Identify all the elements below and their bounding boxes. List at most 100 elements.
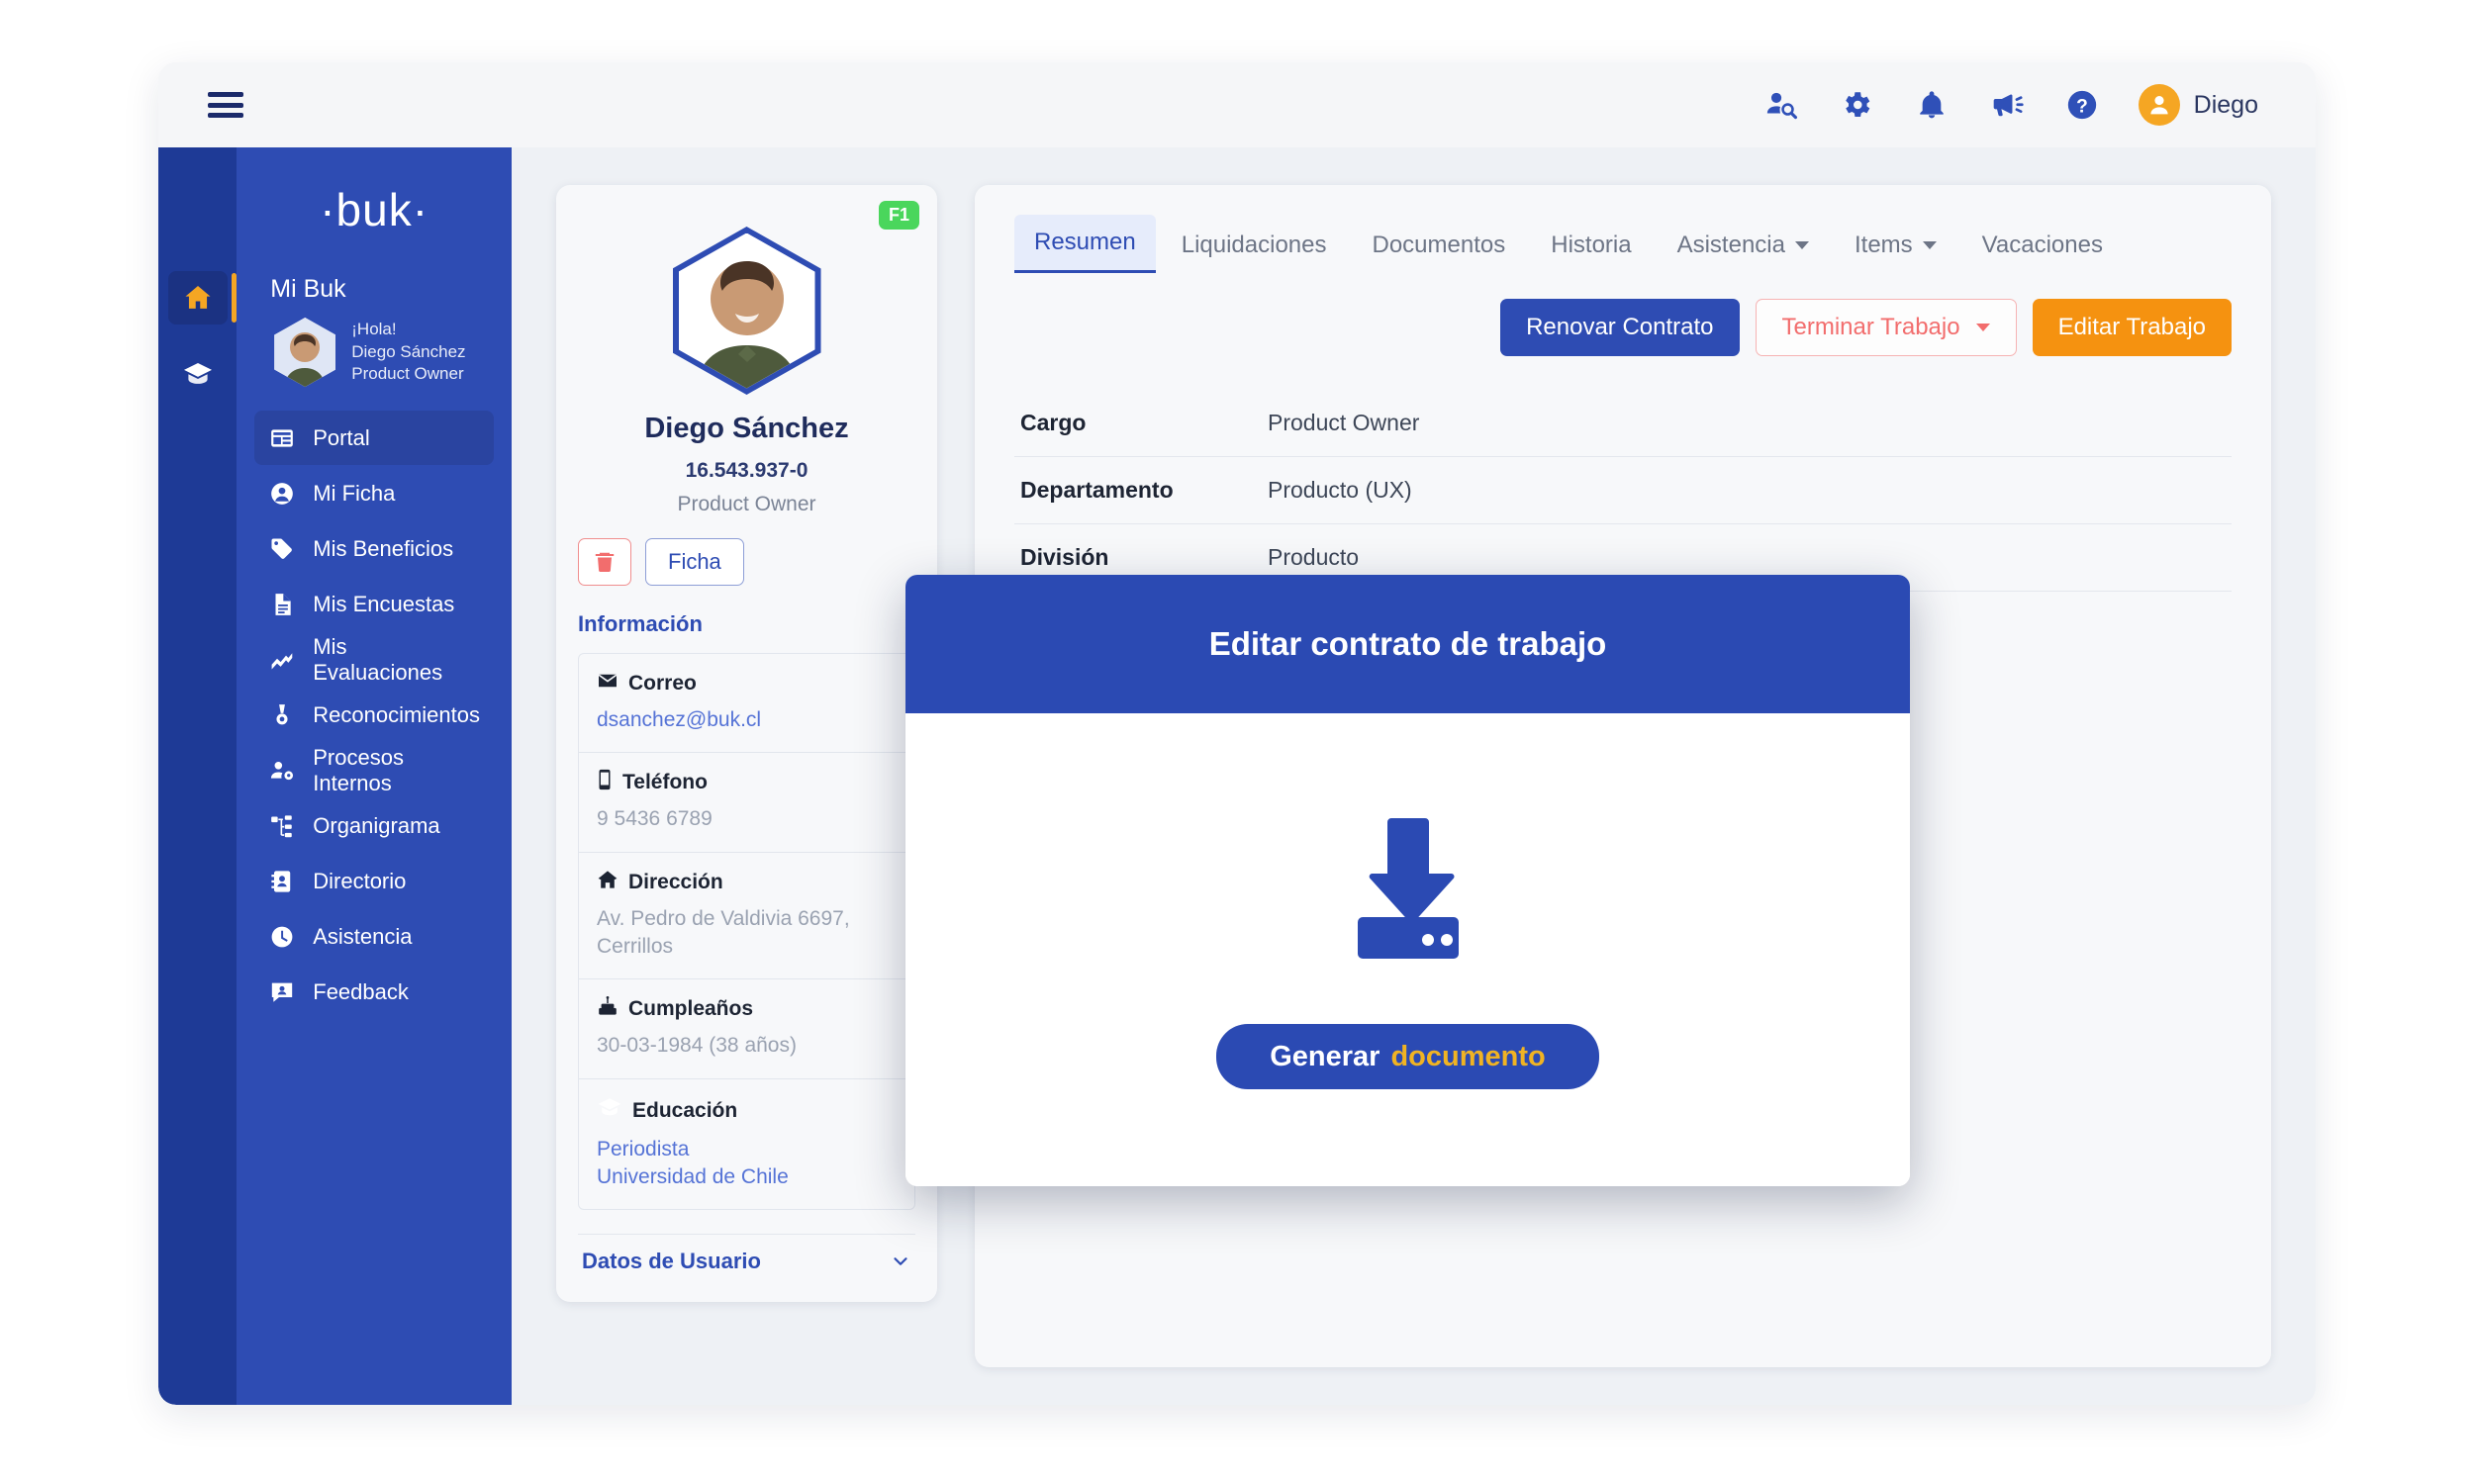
page-title: Diego Sánchez: [644, 413, 849, 444]
editar-trabajo-button[interactable]: Editar Trabajo: [2032, 299, 2232, 356]
edit-contract-modal: Editar contrato de trabajo Generar docum…: [905, 575, 1910, 1186]
sidebar-item-label: Feedback: [313, 978, 409, 1004]
ficha-button[interactable]: Ficha: [645, 538, 744, 586]
profile-photo-frame: [672, 227, 821, 395]
profile-role: Product Owner: [677, 493, 816, 515]
tab-label: Items: [1854, 232, 1913, 258]
contract-actions: Renovar Contrato Terminar Trabajo Editar…: [1014, 299, 2232, 356]
home-icon: [185, 286, 211, 309]
tags-icon: [268, 536, 296, 562]
generar-label: Generar: [1270, 1040, 1380, 1072]
bell-icon[interactable]: [1913, 86, 1951, 124]
status-badge: F1: [878, 201, 919, 230]
contract-detail-table: Cargo Product Owner Departamento Producto (…: [1014, 390, 2232, 592]
sidebar-item-label: Mis Encuestas: [313, 591, 455, 616]
sidebar-item-mis-encuestas[interactable]: Mis Encuestas: [254, 577, 494, 631]
info-section-title[interactable]: Información: [578, 611, 915, 637]
info-label-text: Dirección: [628, 870, 723, 893]
trash-icon: [595, 552, 615, 572]
info-value[interactable]: dsanchez@buk.cl: [597, 706, 897, 734]
help-icon[interactable]: ?: [2063, 86, 2101, 124]
sidebar-item-directorio[interactable]: Directorio: [254, 854, 494, 908]
clock-icon: [268, 924, 296, 950]
sidebar-item-mis-evaluaciones[interactable]: Mis Evaluaciones: [254, 632, 494, 687]
sidebar-item-mis-beneficios[interactable]: Mis Beneficios: [254, 521, 494, 576]
datos-usuario-accordion[interactable]: Datos de Usuario: [578, 1234, 915, 1284]
table-cell-value: Producto (UX): [1268, 477, 1412, 503]
sidebar-user-text: ¡Hola! Diego Sánchez Product Owner: [351, 319, 465, 387]
info-label-text: Teléfono: [622, 771, 708, 794]
sidebar-icon-rail: [158, 147, 238, 1405]
sidebar-item-label: Portal: [313, 424, 370, 450]
tab-vacaciones[interactable]: Vacaciones: [1962, 218, 2123, 273]
tab-historia[interactable]: Historia: [1531, 218, 1651, 273]
sidebar-item-organigrama[interactable]: Organigrama: [254, 798, 494, 853]
sidebar-item-feedback[interactable]: Feedback: [254, 965, 494, 1019]
sidebar-item-reconocimientos[interactable]: Reconocimientos: [254, 688, 494, 742]
tab-label: Liquidaciones: [1181, 232, 1327, 258]
chevron-down-icon: [1794, 241, 1809, 249]
cake-icon: [597, 995, 618, 1023]
sidebar-item-procesos-internos[interactable]: Procesos Internos: [254, 743, 494, 797]
sidebar-item-portal[interactable]: Portal: [254, 411, 494, 465]
profile-photo: [678, 232, 815, 389]
buk-logo[interactable]: ·buk·: [237, 147, 512, 271]
info-row: Correo dsanchez@buk.cl: [579, 654, 914, 754]
info-label-text: Educación: [632, 1098, 738, 1122]
tab-resumen[interactable]: Resumen: [1014, 215, 1156, 273]
profile-rut: 16.543.937-0: [685, 459, 809, 482]
info-label: Teléfono: [597, 769, 897, 796]
sidebar-user-card[interactable]: ¡Hola! Diego Sánchez Product Owner: [237, 318, 512, 407]
tab-label: Vacaciones: [1981, 232, 2103, 258]
sidebar-item-label: Mi Ficha: [313, 480, 396, 506]
table-cell-value: Product Owner: [1268, 410, 1420, 435]
rail-home-button[interactable]: [167, 271, 237, 325]
info-label: Correo: [597, 670, 897, 697]
user-search-icon[interactable]: [1762, 86, 1800, 124]
renovar-contrato-button[interactable]: Renovar Contrato: [1500, 299, 1740, 356]
info-row: Educación Periodista Universidad de Chile: [579, 1079, 914, 1210]
sidebar-item-asistencia[interactable]: Asistencia: [254, 909, 494, 964]
chevron-down-icon: [894, 1257, 907, 1266]
delete-button[interactable]: [578, 538, 631, 586]
app-window: ? Diego ·buk· Mi Buk ¡Hola! Diego Sánche…: [158, 62, 2316, 1405]
tab-liquidaciones[interactable]: Liquidaciones: [1162, 218, 1347, 273]
info-value[interactable]: Periodista Universidad de Chile: [597, 1136, 897, 1192]
info-row: Dirección Av. Pedro de Valdivia 6697, Cer…: [579, 853, 914, 980]
sidebar-avatar: [274, 318, 336, 387]
tab-items[interactable]: Items: [1835, 218, 1956, 273]
sidebar: ·buk· Mi Buk ¡Hola! Diego Sánchez Produc…: [158, 147, 512, 1405]
sidebar-item-mi-ficha[interactable]: Mi Ficha: [254, 466, 494, 520]
info-value: 30-03-1984 (38 años): [597, 1034, 797, 1058]
sidebar-user-role: Product Owner: [351, 364, 464, 384]
gear-icon[interactable]: [1838, 86, 1875, 124]
datos-usuario-label: Datos de Usuario: [582, 1249, 761, 1274]
info-row: Cumpleaños 30-03-1984 (38 años): [579, 979, 914, 1079]
sidebar-item-label: Organigrama: [313, 812, 440, 838]
sidebar-item-label: Procesos Internos: [313, 744, 404, 795]
generar-documento-button[interactable]: Generar documento: [1216, 1024, 1599, 1089]
megaphone-icon[interactable]: [1988, 86, 2026, 124]
sidebar-menu: Portal Mi Ficha Mis Beneficios Mis Encuesta…: [237, 407, 512, 1019]
info-label: Educación: [597, 1095, 897, 1127]
sidebar-item-label: Directorio: [313, 868, 407, 893]
tab-label: Documentos: [1372, 232, 1506, 258]
portal-icon: [268, 425, 296, 451]
rail-learning-button[interactable]: [168, 348, 228, 402]
document-icon: [268, 592, 296, 617]
home-address-icon: [597, 869, 618, 896]
tab-asistencia[interactable]: Asistencia: [1658, 218, 1829, 273]
tab-documentos[interactable]: Documentos: [1353, 218, 1526, 273]
info-label: Cumpleaños: [597, 995, 897, 1023]
top-bar-actions: ? Diego: [1762, 84, 2258, 126]
sidebar-section-title: Mi Buk: [270, 275, 346, 303]
comment-person-icon: [268, 979, 296, 1005]
medal-icon: [268, 702, 296, 728]
table-row: Departamento Producto (UX): [1014, 457, 2232, 524]
download-icon: [1357, 818, 1459, 959]
terminar-trabajo-button[interactable]: Terminar Trabajo: [1755, 299, 2017, 356]
user-menu[interactable]: Diego: [2138, 84, 2258, 126]
trend-line-icon: [268, 647, 296, 673]
table-cell-key: Cargo: [1020, 410, 1087, 435]
hamburger-icon[interactable]: [208, 92, 243, 118]
